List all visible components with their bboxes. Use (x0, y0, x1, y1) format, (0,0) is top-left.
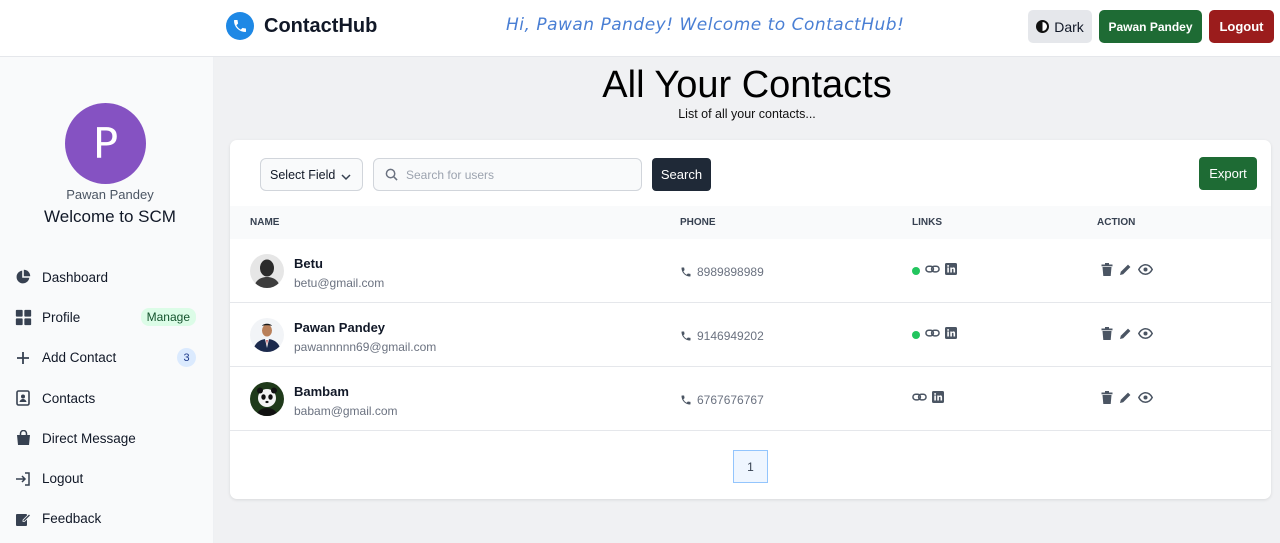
sidebar-item-contacts[interactable]: Contacts (14, 378, 200, 418)
contact-phone: 6767676767 (680, 393, 764, 407)
export-button[interactable]: Export (1199, 157, 1257, 190)
contact-avatar (250, 318, 284, 352)
edit-icon[interactable] (1119, 327, 1132, 340)
dark-mode-toggle[interactable]: Dark (1028, 10, 1092, 43)
delete-icon[interactable] (1101, 327, 1113, 340)
feedback-icon (14, 510, 32, 528)
favorite-dot-icon (912, 330, 920, 339)
count-badge: 3 (177, 348, 196, 368)
sidebar-item-profile[interactable]: Profile Manage (14, 297, 200, 337)
sidebar-item-logout[interactable]: Logout (14, 458, 200, 498)
linkedin-icon[interactable] (945, 263, 957, 275)
contact-name: Bambam (294, 384, 349, 399)
search-button[interactable]: Search (652, 158, 711, 191)
view-icon[interactable] (1138, 392, 1153, 403)
contacts-card: Select Field Search Export NAME PHONE LI… (230, 140, 1271, 499)
contact-phone: 8989898989 (680, 265, 764, 279)
column-header-phone: PHONE (680, 217, 716, 228)
manage-badge: Manage (140, 308, 196, 327)
pagination-page[interactable]: 1 (733, 450, 768, 483)
contact-avatar (250, 382, 284, 416)
contact-actions (1101, 327, 1153, 340)
delete-icon[interactable] (1101, 391, 1113, 404)
link-icon[interactable] (912, 391, 927, 403)
contact-phone-value: 8989898989 (697, 265, 764, 279)
top-navbar: ContactHub Hi, Pawan Pandey! Welcome to … (0, 0, 1280, 57)
plus-icon (14, 349, 32, 367)
search-input[interactable] (406, 159, 636, 190)
table-header: NAME PHONE LINKS ACTION (230, 206, 1271, 239)
pie-chart-icon (14, 268, 32, 286)
sidebar-item-label: Logout (42, 471, 84, 487)
grid-icon (14, 308, 32, 326)
contact-actions (1101, 391, 1153, 404)
brand[interactable]: ContactHub (226, 12, 377, 40)
sidebar-welcome: Welcome to SCM (44, 207, 176, 226)
phone-icon (681, 331, 691, 341)
link-icon[interactable] (925, 263, 940, 275)
contact-phone-value: 6767676767 (697, 393, 764, 407)
edit-icon[interactable] (1119, 263, 1132, 276)
address-book-icon (14, 389, 32, 407)
contact-avatar (250, 254, 284, 288)
phone-icon (681, 267, 691, 277)
contact-phone-value: 9146949202 (697, 329, 764, 343)
sidebar-item-add-contact[interactable]: Add Contact 3 (14, 338, 200, 378)
delete-icon[interactable] (1101, 263, 1113, 276)
logout-button[interactable]: Logout (1209, 10, 1274, 43)
sidebar-item-dashboard[interactable]: Dashboard (14, 257, 200, 297)
phone-logo-icon (226, 12, 254, 40)
sidebar-item-label: Feedback (42, 511, 102, 527)
sidebar-nav: Dashboard Profile Manage Add Contact 3 C… (14, 257, 200, 539)
contact-name: Betu (294, 256, 323, 271)
user-profile-button[interactable]: Pawan Pandey (1099, 10, 1202, 43)
field-select[interactable]: Select Field (260, 158, 363, 191)
table-row: Betu betu@gmail.com 8989898989 (230, 239, 1271, 303)
sidebar-item-feedback[interactable]: Feedback (14, 499, 200, 539)
edit-icon[interactable] (1119, 391, 1132, 404)
contact-links (912, 263, 957, 275)
column-header-action: ACTION (1097, 217, 1136, 228)
dark-mode-label: Dark (1054, 18, 1084, 35)
linkedin-icon[interactable] (945, 327, 957, 339)
view-icon[interactable] (1138, 264, 1153, 275)
linkedin-icon[interactable] (932, 391, 944, 403)
sidebar: P Pawan Pandey Welcome to SCM Dashboard … (0, 57, 214, 543)
avatar: P (65, 103, 146, 184)
page-subtitle: List of all your contacts... (678, 107, 816, 121)
field-select-label: Select Field (270, 167, 336, 182)
contact-email: betu@gmail.com (294, 276, 385, 290)
view-icon[interactable] (1138, 328, 1153, 339)
column-header-name: NAME (250, 217, 280, 228)
contrast-icon (1036, 20, 1050, 33)
bag-icon (14, 429, 32, 447)
chevron-down-icon (341, 170, 351, 184)
link-icon[interactable] (925, 327, 940, 339)
table-row: Bambam babam@gmail.com 6767676767 (230, 367, 1271, 431)
sidebar-item-label: Add Contact (42, 350, 117, 366)
search-icon (385, 168, 398, 186)
contact-phone: 9146949202 (680, 329, 764, 343)
sidebar-user-name: Pawan Pandey (66, 187, 154, 202)
contact-actions (1101, 263, 1153, 276)
sidebar-item-label: Profile (42, 309, 81, 325)
contact-email: babam@gmail.com (294, 404, 398, 418)
brand-name: ContactHub (264, 14, 378, 37)
sidebar-item-direct-message[interactable]: Direct Message (14, 418, 200, 458)
welcome-message: Hi, Pawan Pandey! Welcome to ContactHub! (506, 15, 905, 35)
favorite-dot-icon (912, 266, 920, 275)
page-title: All Your Contacts (602, 64, 892, 106)
contact-name: Pawan Pandey (294, 320, 386, 335)
phone-icon (681, 395, 691, 405)
contact-links (912, 391, 944, 403)
sidebar-item-label: Dashboard (42, 269, 109, 285)
search-field (373, 158, 642, 191)
sign-out-icon (14, 470, 32, 488)
table-row: Pawan Pandey pawannnnn69@gmail.com 91469… (230, 303, 1271, 367)
sidebar-item-label: Direct Message (42, 430, 136, 446)
contact-links (912, 327, 957, 339)
sidebar-item-label: Contacts (42, 390, 96, 406)
column-header-links: LINKS (912, 217, 942, 228)
contact-email: pawannnnn69@gmail.com (294, 340, 437, 354)
